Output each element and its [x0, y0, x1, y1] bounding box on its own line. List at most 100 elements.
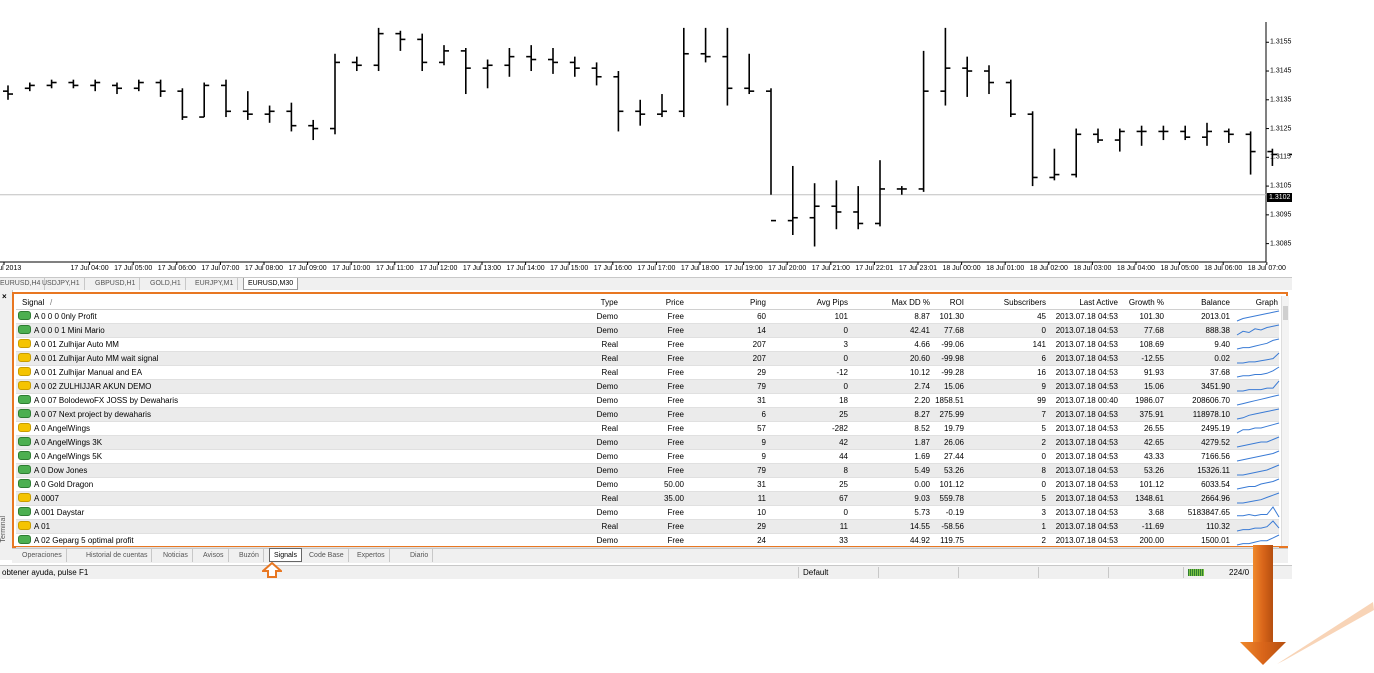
tab-diario[interactable]: Diario: [406, 549, 434, 562]
cell-price: Free: [667, 424, 684, 433]
growth-sparkline: [1236, 366, 1280, 378]
col-header-balance[interactable]: Balance: [1166, 296, 1230, 309]
col-header-subscribers[interactable]: Subscribers: [968, 296, 1046, 309]
table-row[interactable]: A 0 02 ZULHIJJAR AKUN DEMO Demo Free 79 0 2.7…: [16, 380, 1280, 394]
col-header-roi[interactable]: ROI: [934, 296, 964, 309]
time-tick-label: Jul 2013: [0, 265, 22, 272]
cell-signal: A 0 07 BolodewoFX JOSS by Dewaharis: [18, 394, 538, 407]
time-tick-label: 18 Jul 07:00: [1247, 265, 1286, 272]
table-row[interactable]: A 0 07 Next project by dewaharis Demo Free…: [16, 408, 1280, 422]
table-row[interactable]: A 0 AngelWings Real Free 57 -282 8.52 19.79 5 20…: [16, 422, 1280, 436]
tab-signals[interactable]: Signals: [269, 548, 302, 562]
col-header-growth[interactable]: Growth %: [1120, 296, 1164, 309]
cell-max-dd: 2.20: [914, 396, 930, 405]
ohlc-bar: [831, 180, 842, 230]
status-divider: [878, 567, 879, 578]
cell-roi: -99.06: [941, 340, 964, 349]
cell-signal: A 0 0 0 0nly Profit: [18, 310, 538, 323]
price-chart-canvas[interactable]: [0, 0, 1292, 276]
tab-avisos[interactable]: Avisos: [199, 549, 229, 562]
cell-last-active: 2013.07.18 04:53: [1055, 480, 1118, 489]
col-header-ping[interactable]: Ping: [688, 296, 766, 309]
table-row[interactable]: A 02 Geparg 5 optimal profit Demo Free 24 33…: [16, 534, 1280, 548]
ohlc-bar: [1005, 79, 1016, 118]
cell-signal: A 0 01 Zulhijar Auto MM wait signal: [18, 352, 538, 365]
table-row[interactable]: A 001 Daystar Demo Free 10 0 5.73 -0.19 3 2013.0…: [16, 506, 1280, 520]
table-row[interactable]: A 0 AngelWings 5K Demo Free 9 44 1.69 27.44 0 20…: [16, 450, 1280, 464]
ohlc-bar: [112, 82, 122, 95]
cell-max-dd: 2.74: [914, 382, 930, 391]
tab-historial-de-cuentas[interactable]: Historial de cuentas: [82, 549, 153, 562]
scrollbar-thumb[interactable]: [1283, 306, 1288, 320]
ohlc-bar: [3, 85, 13, 100]
table-row[interactable]: A 0 07 BolodewoFX JOSS by Dewaharis Demo F…: [16, 394, 1280, 408]
cell-max-dd: 1.69: [914, 452, 930, 461]
ohlc-bar: [548, 48, 558, 74]
col-header-avg-pips[interactable]: Avg Pips: [770, 296, 848, 309]
ohlc-bar: [155, 79, 166, 97]
ohlc-bar: [308, 119, 319, 141]
col-header-price[interactable]: Price: [622, 296, 684, 309]
cell-max-dd: 9.03: [914, 494, 930, 503]
ohlc-bar: [1071, 128, 1082, 178]
vertical-scrollbar[interactable]: [1281, 296, 1289, 546]
price-tick-label: 1.3085: [1270, 240, 1292, 248]
cell-price: Free: [667, 536, 684, 545]
ohlc-bar: [787, 165, 798, 235]
table-row[interactable]: A 0 AngelWings 3K Demo Free 9 42 1.87 26.06 2 20…: [16, 436, 1280, 450]
tab-expertos[interactable]: Expertos: [353, 549, 390, 562]
terminal-label: Terminal: [0, 516, 7, 543]
cell-roi: 101.30: [939, 312, 964, 321]
cell-type: Demo: [596, 480, 618, 489]
status-help-text: obtener ayuda, pulse F1: [2, 568, 89, 577]
growth-sparkline: [1236, 408, 1280, 420]
cell-avg-pips: 11: [839, 522, 848, 531]
price-chart[interactable]: 1.3155 1.3145 1.3135 1.3125 1.3115 1.3105 1.30…: [0, 0, 1293, 276]
tab-noticias[interactable]: Noticias: [159, 549, 193, 562]
connection-status-icon[interactable]: [1188, 569, 1204, 576]
table-row[interactable]: A 0 0 0 0nly Profit Demo Free 60 101 8.87 101.…: [16, 310, 1280, 324]
chart-tab[interactable]: USDJPY,H1: [38, 278, 85, 290]
cell-ping: 6: [761, 410, 766, 419]
table-row[interactable]: A 0 Dow Jones Demo Free 79 8 5.49 53.26 8 2013.0…: [16, 464, 1280, 478]
cell-last-active: 2013.07.18 04:53: [1055, 340, 1118, 349]
cell-growth: 42.65: [1143, 438, 1164, 447]
cell-price: 50.00: [663, 480, 684, 489]
ohlc-bar: [221, 79, 231, 118]
table-row[interactable]: A 0 0 0 1 Mini Mario Demo Free 14 0 42.41 77.6…: [16, 324, 1280, 338]
cell-balance: 37.68: [1209, 368, 1230, 377]
cell-last-active: 2013.07.18 04:53: [1055, 424, 1118, 433]
tab-buz-n[interactable]: Buzón: [235, 549, 264, 562]
col-header-max-dd[interactable]: Max DD %: [852, 296, 930, 309]
cell-price: Free: [667, 326, 684, 335]
signal-status-icon: [18, 479, 31, 489]
table-row[interactable]: A 0 01 Zulhijar Auto MM Real Free 207 3 4.66 -…: [16, 338, 1280, 352]
cell-price: 35.00: [663, 494, 684, 503]
table-row[interactable]: A 0007 Real 35.00 11 67 9.03 559.78 5 2013.07.18…: [16, 492, 1280, 506]
col-header-last-active[interactable]: Last Active: [1050, 296, 1118, 309]
table-body: A 0 0 0 0nly Profit Demo Free 60 101 8.87 101.…: [16, 310, 1280, 548]
col-header-graph[interactable]: Graph: [1234, 296, 1278, 309]
close-icon[interactable]: ×: [2, 292, 7, 301]
chart-tab[interactable]: EURJPY,M1: [191, 278, 239, 290]
chart-tab[interactable]: GBPUSD,H1: [91, 278, 141, 290]
table-row[interactable]: A 01 Real Free 29 11 14.55 -58.56 1 2013.07.18 0…: [16, 520, 1280, 534]
signal-status-icon: [18, 423, 31, 433]
signal-status-icon: [18, 353, 31, 363]
cell-roi: -58.56: [941, 522, 964, 531]
cell-avg-pips: 101: [834, 312, 848, 321]
col-header-type[interactable]: Type: [556, 296, 618, 309]
table-row[interactable]: A 0 01 Zulhijar Manual and EA Real Free 29 -…: [16, 366, 1280, 380]
chart-tab[interactable]: GOLD,H1: [146, 278, 186, 290]
cell-roi: 19.79: [943, 424, 964, 433]
table-row[interactable]: A 0 Gold Dragon Demo 50.00 31 25 0.00 101.12 0 2…: [16, 478, 1280, 492]
status-divider: [1108, 567, 1109, 578]
ohlc-bar: [46, 79, 57, 89]
cell-max-dd: 10.12: [909, 368, 930, 377]
table-row[interactable]: A 0 01 Zulhijar Auto MM wait signal Real F…: [16, 352, 1280, 366]
tab-operaciones[interactable]: Operaciones: [18, 549, 67, 562]
tab-code-base[interactable]: Code Base: [305, 549, 349, 562]
cell-avg-pips: 0: [843, 508, 848, 517]
ohlc-bar: [1202, 122, 1212, 146]
chart-tab[interactable]: EURUSD,M30: [243, 278, 299, 290]
